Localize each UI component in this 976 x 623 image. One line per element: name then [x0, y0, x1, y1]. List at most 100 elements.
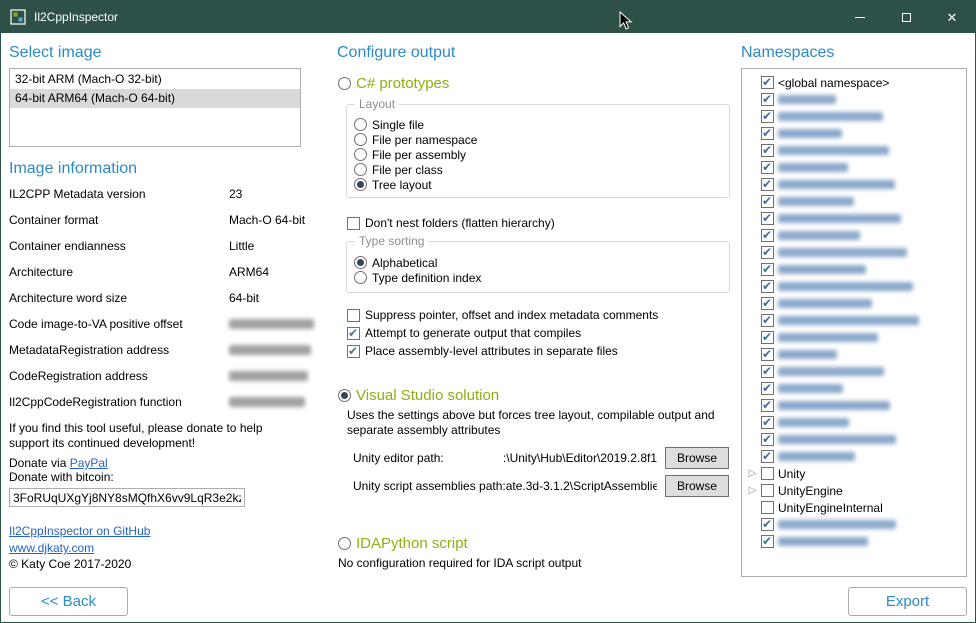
namespace-item[interactable]: [745, 329, 964, 346]
namespace-item[interactable]: [745, 312, 964, 329]
namespace-item-global[interactable]: <global namespace>: [745, 74, 964, 91]
namespace-item[interactable]: [745, 397, 964, 414]
configure-output-panel: Configure output C# prototypes Layout Si…: [337, 33, 731, 571]
unity-editor-path-row: Unity editor path: :\Unity\Hub\Editor\20…: [353, 447, 729, 469]
checkbox-icon: [347, 309, 360, 322]
namespace-label: UnityEngine: [778, 484, 843, 498]
back-button[interactable]: << Back: [9, 587, 128, 616]
radio-visual-studio-solution[interactable]: Visual Studio solution: [338, 386, 731, 405]
namespace-tree[interactable]: <global namespace>▷Unity▷UnityEngineUnit…: [741, 68, 967, 577]
namespace-item[interactable]: [745, 516, 964, 533]
info-label: Il2CppCodeRegistration function: [9, 395, 182, 409]
namespace-item[interactable]: [745, 431, 964, 448]
option-label: Type definition index: [372, 271, 481, 285]
namespace-label: UnityEngineInternal: [778, 501, 883, 515]
namespace-item[interactable]: [745, 210, 964, 227]
minimize-button[interactable]: [837, 1, 883, 33]
bitcoin-address-input[interactable]: [9, 488, 245, 507]
unity-assemblies-path-value: ate.3d-3.1.2\ScriptAssemblies: [506, 479, 657, 493]
browse-editor-button[interactable]: Browse: [665, 447, 729, 469]
namespace-item[interactable]: [745, 380, 964, 397]
namespace-item[interactable]: [745, 261, 964, 278]
redacted-value: [229, 319, 314, 329]
radio-idapython-script[interactable]: IDAPython script: [338, 534, 731, 553]
namespace-item[interactable]: [745, 533, 964, 550]
ida-description: No configuration required for IDA script…: [338, 556, 720, 571]
radio-file-per-assembly[interactable]: File per assembly: [354, 147, 729, 162]
checkbox-place-assembly-level-attributes-in-separate-files[interactable]: Place assembly-level attributes in separ…: [347, 342, 731, 360]
expander-icon[interactable]: ▷: [747, 485, 758, 496]
namespace-item-unity[interactable]: ▷Unity: [745, 465, 964, 482]
namespace-item-unityengineinternal[interactable]: UnityEngineInternal: [745, 499, 964, 516]
checkbox-icon: [761, 535, 774, 548]
namespace-item[interactable]: [745, 227, 964, 244]
namespace-item[interactable]: [745, 363, 964, 380]
namespace-item[interactable]: [745, 346, 964, 363]
redacted-namespace: [778, 435, 896, 444]
browse-assemblies-button[interactable]: Browse: [665, 475, 729, 497]
redacted-namespace: [778, 265, 866, 274]
radio-tree-layout[interactable]: Tree layout: [354, 177, 729, 192]
namespace-item[interactable]: [745, 295, 964, 312]
select-image-panel: Select image 32-bit ARM (Mach-O 32-bit)6…: [9, 33, 301, 572]
namespace-item-unityengine[interactable]: ▷ UnityEngine: [745, 482, 964, 499]
titlebar: Il2CppInspector ✕: [1, 1, 975, 33]
info-row: Container formatMach-O 64-bit: [9, 213, 301, 239]
checkbox-attempt-to-generate-output-that-compiles[interactable]: Attempt to generate output that compiles: [347, 324, 731, 342]
donate-text: If you find this tool useful, please don…: [9, 421, 301, 451]
redacted-namespace: [778, 129, 842, 138]
checkbox-icon: [761, 314, 774, 327]
radio-file-per-namespace[interactable]: File per namespace: [354, 132, 729, 147]
redacted-namespace: [778, 248, 907, 257]
namespace-item[interactable]: [745, 159, 964, 176]
namespace-item[interactable]: [745, 176, 964, 193]
info-label: MetadataRegistration address: [9, 343, 169, 357]
info-row: CodeRegistration address: [9, 369, 301, 395]
radio-type-definition-index[interactable]: Type definition index: [354, 270, 729, 285]
website-link[interactable]: www.djkaty.com: [9, 541, 94, 555]
image-list-item[interactable]: 64-bit ARM64 (Mach-O 64-bit): [10, 89, 300, 108]
info-value: Mach-O 64-bit: [229, 213, 305, 227]
radio-single-file[interactable]: Single file: [354, 117, 729, 132]
namespace-item[interactable]: [745, 448, 964, 465]
namespace-item[interactable]: [745, 125, 964, 142]
radio-icon: [354, 148, 367, 161]
unity-assemblies-path-label: Unity script assemblies path:: [353, 479, 506, 493]
namespace-item[interactable]: [745, 142, 964, 159]
maximize-button[interactable]: [883, 1, 929, 33]
checkbox-icon: [761, 76, 774, 89]
type-sorting-group-label: Type sorting: [355, 234, 428, 248]
redacted-namespace: [778, 299, 872, 308]
vs-description: Uses the settings above but forces tree …: [347, 408, 729, 438]
namespace-item[interactable]: [745, 244, 964, 261]
export-button[interactable]: Export: [848, 587, 967, 616]
radio-icon: [354, 118, 367, 131]
image-listbox[interactable]: 32-bit ARM (Mach-O 32-bit)64-bit ARM64 (…: [9, 68, 301, 147]
namespace-item[interactable]: [745, 193, 964, 210]
checkbox-icon: [761, 212, 774, 225]
option-label: File per assembly: [372, 148, 466, 162]
checkbox-icon: [761, 518, 774, 531]
radio-alphabetical[interactable]: Alphabetical: [354, 255, 729, 270]
radio-icon: [354, 133, 367, 146]
radio-icon: [338, 537, 351, 550]
radio-file-per-class[interactable]: File per class: [354, 162, 729, 177]
namespace-label: <global namespace>: [778, 76, 889, 90]
namespace-item[interactable]: [745, 278, 964, 295]
checkbox-suppress-pointer-offset-and-index-metadata-comments[interactable]: Suppress pointer, offset and index metad…: [347, 306, 731, 324]
namespace-item[interactable]: [745, 414, 964, 431]
app-window: Il2CppInspector ✕ Select image 32-bit AR…: [0, 0, 976, 623]
close-button[interactable]: ✕: [929, 1, 975, 33]
namespace-item[interactable]: [745, 108, 964, 125]
radio-icon: [338, 389, 351, 402]
paypal-link[interactable]: PayPal: [70, 456, 108, 470]
option-label: Alphabetical: [372, 256, 437, 270]
radio-csharp-prototypes[interactable]: C# prototypes: [338, 74, 731, 93]
unity-assemblies-path-row: Unity script assemblies path: ate.3d-3.1…: [353, 475, 729, 497]
checkbox-dont-nest-folders[interactable]: Don't nest folders (flatten hierarchy): [347, 215, 731, 231]
expander-icon[interactable]: ▷: [747, 468, 758, 479]
option-label: Tree layout: [372, 178, 432, 192]
namespace-item[interactable]: [745, 91, 964, 108]
github-link[interactable]: Il2CppInspector on GitHub: [9, 524, 150, 538]
image-list-item[interactable]: 32-bit ARM (Mach-O 32-bit): [10, 70, 300, 89]
